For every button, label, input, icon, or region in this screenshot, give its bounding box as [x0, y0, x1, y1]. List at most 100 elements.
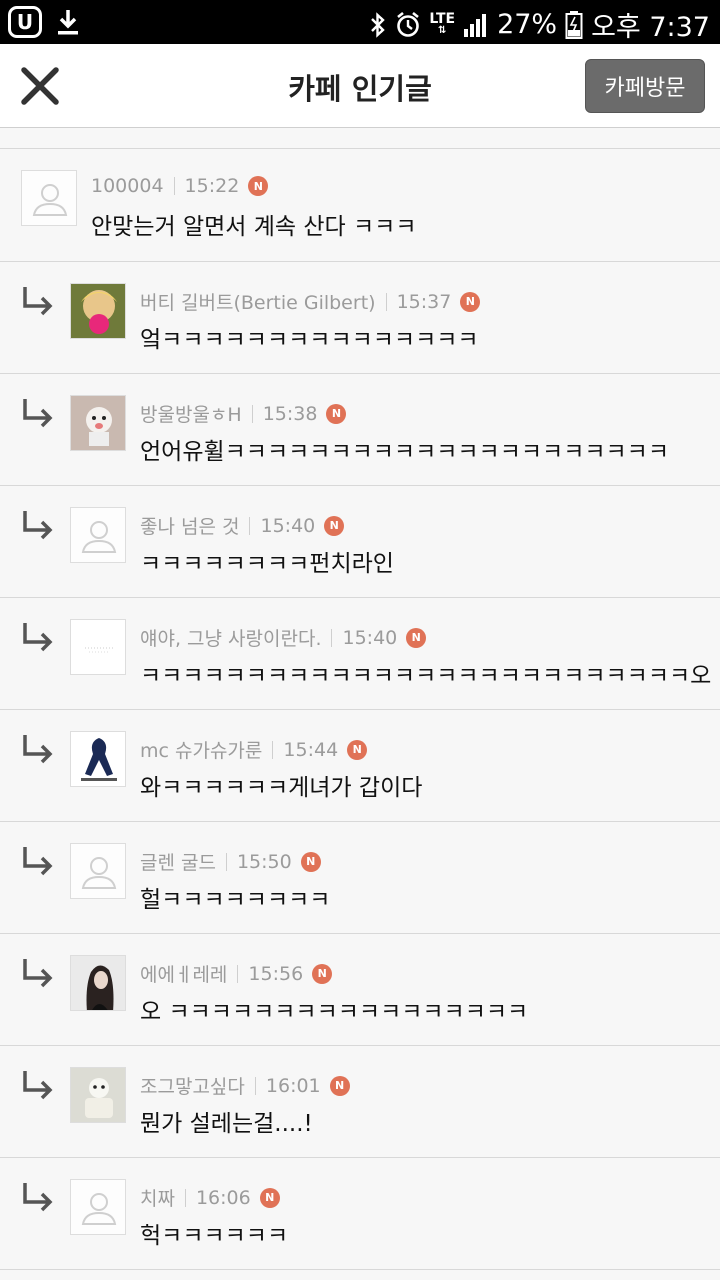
comment-meta: 조그맣고싶다 16:01 N	[140, 1072, 350, 1099]
comment-text: ㅋㅋㅋㅋㅋㅋㅋㅋㅋㅋㅋㅋㅋㅋㅋㅋㅋㅋㅋㅋㅋㅋㅋㅋㅋㅋ오	[140, 663, 712, 689]
comment-reply-item[interactable]: 글렌 굴드 15:50 N 헐ㅋㅋㅋㅋㅋㅋㅋㅋ	[0, 822, 720, 934]
comment-text: 언어유휠ㅋㅋㅋㅋㅋㅋㅋㅋㅋㅋㅋㅋㅋㅋㅋㅋㅋㅋㅋㅋㅋ	[140, 439, 670, 465]
comment-text: ㅋㅋㅋㅋㅋㅋㅋㅋ펀치라인	[140, 551, 394, 577]
comment-reply-item[interactable]: 버티 길버트(Bertie Gilbert) 15:37 N 엌ㅋㅋㅋㅋㅋㅋㅋㅋ…	[0, 262, 720, 374]
comment-time: 15:37	[396, 290, 452, 313]
comment-author[interactable]: 얘야, 그냥 사랑이란다.	[140, 624, 321, 651]
new-badge-icon: N	[326, 403, 347, 424]
status-bar: U LTE ⇅ 27% 오후 7:37	[0, 0, 720, 44]
comment-meta: 얘야, 그냥 사랑이란다. 15:40 N	[140, 624, 427, 651]
new-badge-icon: N	[347, 739, 368, 760]
app-header: 카페 인기글 카페방문	[0, 44, 720, 128]
clock: 오후 7:37	[591, 12, 710, 43]
comment-meta: 글렌 굴드 15:50 N	[140, 848, 321, 875]
new-badge-icon: N	[259, 1187, 280, 1208]
comment-meta: 방울방울ㅎH 15:38 N	[140, 400, 347, 427]
comment-meta: 좋나 넘은 것 15:40 N	[140, 512, 345, 539]
reply-arrow-icon	[23, 735, 53, 764]
comment-time: 15:22	[184, 175, 240, 197]
separator	[272, 740, 274, 759]
comment-reply-item[interactable]: 좋나 넘은 것 15:40 N ㅋㅋㅋㅋㅋㅋㅋㅋ펀치라인	[0, 486, 720, 598]
reply-arrow-icon	[23, 511, 53, 540]
separator	[249, 516, 251, 535]
reply-arrow-icon	[23, 1071, 53, 1100]
comment-text: 와ㅋㅋㅋㅋㅋㅋ게녀가 갑이다	[140, 775, 423, 801]
new-badge-icon: N	[300, 851, 321, 872]
bluetooth-icon	[371, 11, 386, 38]
comment-meta: mc 슈가슈가룬 15:44 N	[140, 736, 368, 763]
new-badge-icon: N	[329, 1075, 350, 1096]
comment-reply-item[interactable]: 치짜 16:06 N 헉ㅋㅋㅋㅋㅋㅋ	[0, 1158, 720, 1270]
reply-arrow-icon	[23, 287, 53, 316]
signal-icon	[464, 13, 487, 37]
separator	[173, 177, 175, 195]
separator	[254, 1076, 256, 1095]
comment-time: 16:01	[265, 1074, 321, 1097]
comment-time: 15:40	[342, 626, 398, 649]
comment-time: 15:56	[248, 962, 304, 985]
comment-author[interactable]: 에에ㅔ레레	[140, 960, 227, 987]
avatar-default	[70, 843, 126, 899]
separator	[237, 964, 239, 983]
comment-text: 오 ㅋㅋㅋㅋㅋㅋㅋㅋㅋㅋㅋㅋㅋㅋㅋㅋㅋ	[140, 999, 529, 1025]
new-badge-icon: N	[406, 627, 427, 648]
avatar-photo	[70, 619, 126, 675]
alarm-icon	[397, 11, 420, 37]
avatar-default	[21, 170, 77, 226]
comment-author[interactable]: 방울방울ㅎH	[140, 400, 242, 427]
comment-author[interactable]: 버티 길버트(Bertie Gilbert)	[140, 288, 376, 315]
cafe-visit-button[interactable]: 카페방문	[585, 59, 705, 113]
comment-text: 엌ㅋㅋㅋㅋㅋㅋㅋㅋㅋㅋㅋㅋㅋㅋㅋ	[140, 327, 479, 353]
comment-text: 헉ㅋㅋㅋㅋㅋㅋ	[140, 1223, 289, 1249]
comment-author[interactable]: 좋나 넘은 것	[140, 512, 239, 539]
comment-author[interactable]: 조그맣고싶다	[140, 1072, 245, 1099]
comment-time: 15:44	[283, 738, 339, 761]
avatar-ribbon	[70, 731, 126, 787]
separator	[385, 292, 387, 311]
comment-reply-item[interactable]: mc 슈가슈가룬 15:44 N 와ㅋㅋㅋㅋㅋㅋ게녀가 갑이다	[0, 710, 720, 822]
reply-arrow-icon	[23, 399, 53, 428]
avatar-photo	[70, 395, 126, 451]
separator	[251, 404, 253, 423]
new-badge-icon: N	[460, 291, 481, 312]
comment-text: 안맞는거 알면서 계속 산다 ㅋㅋㅋ	[91, 214, 417, 240]
comment-item[interactable]: 100004 15:22 N 안맞는거 알면서 계속 산다 ㅋㅋㅋ	[0, 149, 720, 262]
comment-author[interactable]: 100004	[91, 175, 164, 197]
comment-meta: 버티 길버트(Bertie Gilbert) 15:37 N	[140, 288, 481, 315]
comment-author[interactable]: 치짜	[140, 1184, 175, 1211]
battery-percent: 27%	[497, 9, 558, 40]
avatar-photo	[70, 955, 126, 1011]
comment-author[interactable]: mc 슈가슈가룬	[140, 736, 262, 763]
new-badge-icon: N	[248, 176, 269, 196]
network-type-indicator: LTE ⇅	[429, 10, 456, 36]
comment-reply-item[interactable]: 얘야, 그냥 사랑이란다. 15:40 N ㅋㅋㅋㅋㅋㅋㅋㅋㅋㅋㅋㅋㅋㅋㅋㅋㅋㅋ…	[0, 598, 720, 710]
avatar-default	[70, 1179, 126, 1235]
comment-text: 뭔가 설레는걸....!	[140, 1111, 313, 1137]
comment-time: 15:40	[260, 514, 316, 537]
reply-arrow-icon	[23, 1183, 53, 1212]
comment-reply-item[interactable]: 에에ㅔ레레 15:56 N 오 ㅋㅋㅋㅋㅋㅋㅋㅋㅋㅋㅋㅋㅋㅋㅋㅋㅋ	[0, 934, 720, 1046]
comment-author[interactable]: 글렌 굴드	[140, 848, 216, 875]
battery-icon	[565, 10, 583, 39]
avatar-photo	[70, 1067, 126, 1123]
comment-reply-item[interactable]: 방울방울ㅎH 15:38 N 언어유휠ㅋㅋㅋㅋㅋㅋㅋㅋㅋㅋㅋㅋㅋㅋㅋㅋㅋㅋㅋㅋㅋ	[0, 374, 720, 486]
comment-reply-item[interactable]: 조그맣고싶다 16:01 N 뭔가 설레는걸....!	[0, 1046, 720, 1158]
comment-time: 15:50	[236, 850, 292, 873]
comment-time: 15:38	[262, 402, 318, 425]
comment-text: 헐ㅋㅋㅋㅋㅋㅋㅋㅋ	[140, 887, 331, 913]
separator	[225, 852, 227, 871]
download-icon	[58, 10, 78, 35]
reply-arrow-icon	[23, 623, 53, 652]
separator	[331, 628, 333, 647]
comment-meta: 에에ㅔ레레 15:56 N	[140, 960, 333, 987]
comment-meta: 치짜 16:06 N	[140, 1184, 280, 1211]
comment-list: 100004 15:22 N 안맞는거 알면서 계속 산다 ㅋㅋㅋ 버티 길버트…	[0, 148, 720, 1270]
separator	[184, 1188, 186, 1207]
new-badge-icon: N	[324, 515, 345, 536]
avatar-default	[70, 507, 126, 563]
comment-meta: 100004 15:22 N	[91, 175, 269, 197]
new-badge-icon: N	[312, 963, 333, 984]
uplus-app-icon: U	[8, 6, 42, 38]
reply-arrow-icon	[23, 847, 53, 876]
avatar-photo	[70, 283, 126, 339]
